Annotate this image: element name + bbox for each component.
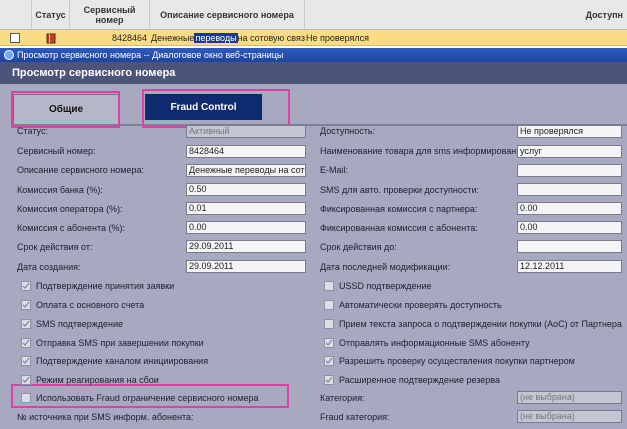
check-icon [325, 357, 333, 365]
checkbox-label: SMS подтверждение [36, 319, 124, 329]
check-icon [22, 339, 30, 347]
checkbox-ussd[interactable] [324, 281, 334, 291]
header-number[interactable]: Сервисный номер [70, 0, 150, 30]
fraud-category-select[interactable]: (не выбрана) [517, 410, 622, 423]
checkbox-info-sms[interactable] [324, 338, 334, 348]
modified-field[interactable]: 12.12.2011 [517, 260, 622, 273]
bank-fee-field[interactable]: 0.50 [186, 183, 306, 196]
browser-icon [4, 50, 14, 60]
dialog-heading: Просмотр сервисного номера [0, 62, 627, 84]
row-availability: Не проверялся [306, 33, 369, 43]
created-field[interactable]: 29.09.2011 [186, 260, 306, 273]
grid-header: Статус Сервисный номер Описание сервисно… [0, 0, 627, 30]
checkbox-label: Подтверждение принятия заявки [36, 281, 175, 291]
checkbox-extended-reserve[interactable] [324, 375, 334, 385]
check-icon [22, 282, 30, 290]
operator-fee-label: Комиссия оператора (%): [17, 204, 123, 214]
fraud-category-label: Fraud категория: [320, 412, 390, 422]
email-field[interactable] [517, 164, 622, 177]
highlight-fraud-tab [142, 89, 290, 128]
valid-from-field[interactable]: 29.09.2011 [186, 240, 306, 253]
book-icon[interactable] [46, 30, 57, 46]
checkbox-label: Режим реагирования на сбои [36, 375, 159, 385]
header-status[interactable]: Статус [32, 0, 70, 30]
checkbox-sms-on-complete[interactable] [21, 338, 31, 348]
check-icon [325, 376, 333, 384]
sms-check-field[interactable] [517, 183, 622, 196]
checkbox-request-confirm[interactable] [21, 281, 31, 291]
email-label: E-Mail: [320, 165, 349, 175]
category-label: Категория: [320, 393, 365, 403]
created-label: Дата создания: [17, 262, 81, 272]
partner-fixed-fee-label: Фиксированная комиссия с партнера: [320, 204, 478, 214]
dialog-title: Просмотр сервисного номера -- Диалоговое… [17, 50, 284, 60]
highlight-general-tab [11, 91, 120, 128]
partner-fixed-fee-field[interactable]: 0.00 [517, 202, 622, 215]
checkbox-label: USSD подтверждение [339, 281, 432, 291]
checkbox-label: Оплата с основного счета [36, 300, 145, 310]
check-icon [22, 376, 30, 384]
number-label: Сервисный номер: [17, 146, 96, 156]
checkbox-auto-check[interactable] [324, 300, 334, 310]
subscriber-fixed-fee-field[interactable]: 0.00 [517, 221, 622, 234]
checkbox-aoc[interactable] [324, 319, 334, 329]
availability-field[interactable]: Не проверялся [517, 125, 622, 138]
subscriber-fee-field[interactable]: 0.00 [186, 221, 306, 234]
valid-to-label: Срок действия до: [320, 242, 397, 252]
bank-fee-label: Комиссия банка (%): [17, 185, 103, 195]
valid-from-label: Срок действия от: [17, 242, 93, 252]
checkbox-label: Расширенное подтверждение резерва [339, 375, 500, 385]
checkbox-label: Отправка SMS при завершении покупки [36, 338, 204, 348]
checkbox-fraud-limit[interactable] [21, 393, 31, 403]
checkbox-label: Прием текста запроса о подтверждении пок… [339, 319, 622, 329]
checkbox-main-account[interactable] [21, 300, 31, 310]
number-field[interactable]: 8428464 [186, 145, 306, 158]
check-icon [22, 320, 30, 328]
checkbox-partner-check[interactable] [324, 356, 334, 366]
subscriber-fee-label: Комиссия с абонента (%): [17, 223, 125, 233]
checkbox-channel-confirm[interactable] [21, 356, 31, 366]
valid-to-field[interactable] [517, 240, 622, 253]
sms-product-field[interactable]: услуг [517, 145, 622, 158]
subscriber-fixed-fee-label: Фиксированная комиссия с абонента: [320, 223, 478, 233]
status-label: Статус: [17, 126, 48, 136]
availability-label: Доступность: [320, 126, 376, 136]
operator-fee-field[interactable]: 0.01 [186, 202, 306, 215]
check-icon [22, 357, 30, 365]
selected-text: переводы [194, 33, 238, 43]
row-checkbox[interactable] [10, 30, 20, 46]
sms-product-label: Наименование товара для sms информирован… [320, 146, 529, 156]
status-field[interactable]: Активный [186, 125, 306, 138]
sms-source-label: № источника при SMS информ. абонента: [17, 412, 194, 422]
checkbox-label: Подтверждение каналом инициирования [36, 356, 209, 366]
checkbox-sms-confirm[interactable] [21, 319, 31, 329]
checkbox-label: Отправлять информационные SMS абоненту [339, 338, 530, 348]
category-select[interactable]: (не выбрана) [517, 391, 622, 404]
row-description: Денежные переводы на сотовую связ [151, 33, 305, 43]
description-field[interactable]: Денежные переводы на сотовую [186, 164, 306, 177]
description-label: Описание сервисного номера: [17, 165, 144, 175]
header-select [0, 0, 32, 30]
row-number: 8428464 [112, 33, 148, 43]
check-icon [325, 339, 333, 347]
table-row[interactable]: 8428464 Денежные переводы на сотовую свя… [0, 30, 627, 46]
dialog-titlebar[interactable]: Просмотр сервисного номера -- Диалоговое… [0, 48, 627, 62]
sms-check-label: SMS для авто. проверки доступности: [320, 185, 480, 195]
checkbox-label: Использовать Fraud ограничение сервисног… [36, 393, 259, 403]
header-availability[interactable]: Доступн [305, 0, 627, 30]
checkbox-label: Автоматически проверять доступность [339, 300, 502, 310]
modified-label: Дата последней модификации: [320, 262, 451, 272]
check-icon [22, 301, 30, 309]
header-description[interactable]: Описание сервисного номера [150, 0, 305, 30]
checkbox-label: Разрешить проверку осуществления покупки… [339, 356, 575, 366]
checkbox-failure-mode[interactable] [21, 375, 31, 385]
